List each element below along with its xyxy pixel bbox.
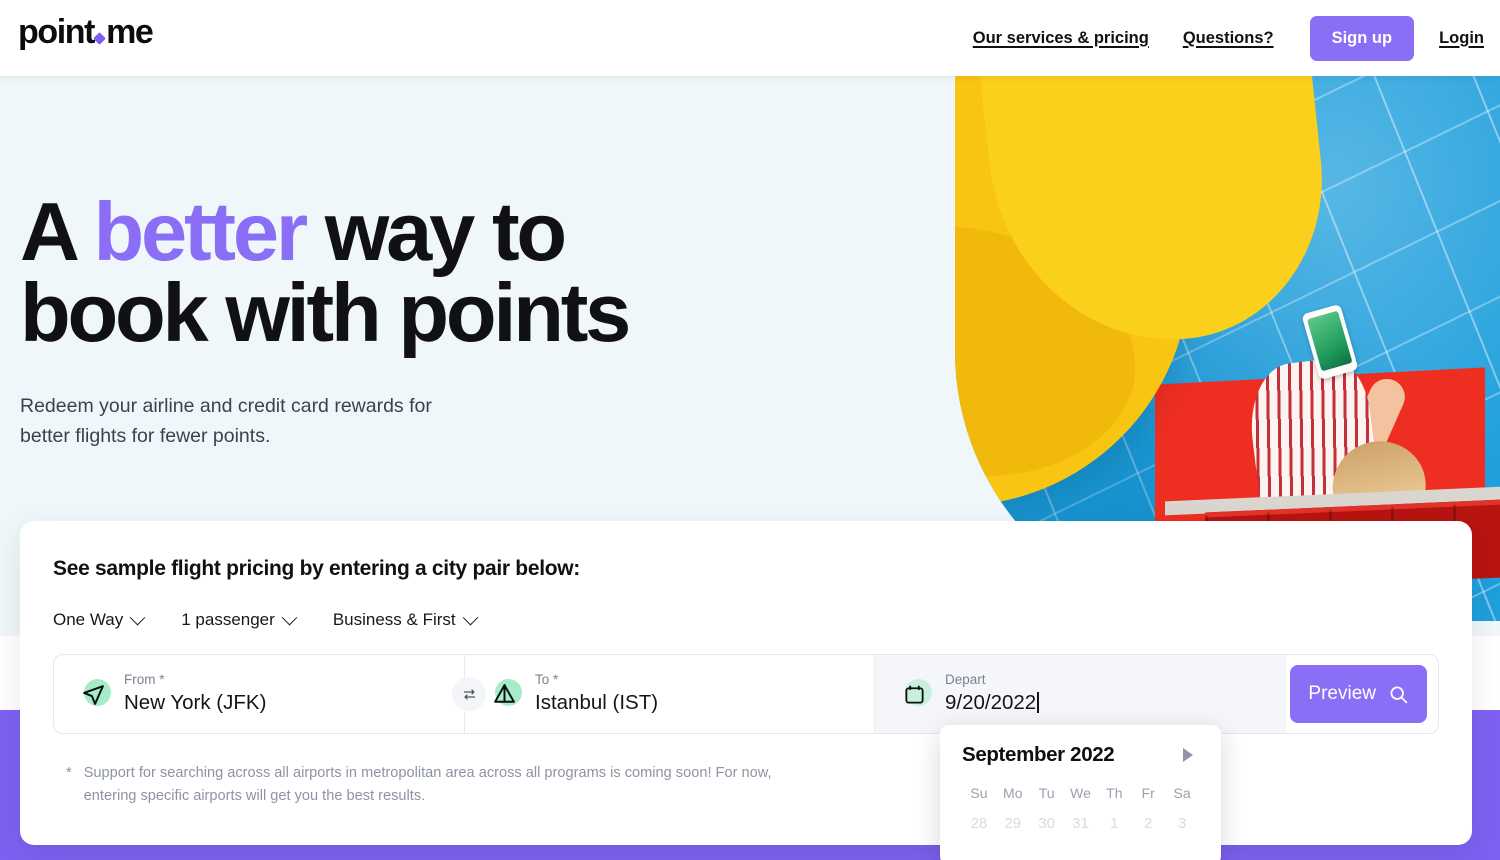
from-label: From * (124, 671, 165, 687)
headline-part2: way to (304, 185, 567, 278)
subhead-line1: Redeem your airline and credit card rewa… (20, 395, 432, 417)
depart-label: Depart (945, 671, 986, 687)
trip-type-label: One Way (53, 610, 124, 629)
depart-field[interactable]: Depart 9/20/2022 (874, 655, 1286, 733)
calendar-weekday: Mo (1003, 785, 1023, 801)
page-title: A better way to book with points (20, 190, 631, 354)
swap-arrows-icon (463, 689, 475, 699)
search-footnote: * Support for searching across all airpo… (53, 762, 773, 808)
flight-search-card: See sample flight pricing by entering a … (20, 521, 1472, 845)
preview-button-label: Preview (1308, 683, 1376, 704)
arrival-plane-icon (487, 677, 522, 711)
calendar-month-label: September 2022 (962, 743, 1115, 766)
hero-subheading: Redeem your airline and credit card rewa… (20, 391, 460, 452)
trip-type-select[interactable]: One Way (53, 609, 146, 630)
to-input[interactable]: Istanbul (IST) (535, 689, 658, 717)
logo-pointme[interactable]: point me (18, 13, 154, 52)
chevron-down-icon (281, 609, 298, 625)
logo-diamond-dot-icon (93, 32, 106, 45)
signup-button[interactable]: Sign up (1309, 15, 1415, 61)
calendar-weekday: Fr (1141, 785, 1155, 801)
to-field[interactable]: To * Istanbul (IST) (464, 655, 874, 733)
cabin-class-select[interactable]: Business & First (332, 609, 478, 630)
hero-copy: A better way to book with points Redeem y… (20, 190, 631, 452)
calendar-day-cell[interactable]: 31 (1064, 815, 1098, 832)
site-header: point me Our services & pricing Questions… (0, 0, 1500, 76)
calendar-weekday: Th (1106, 785, 1123, 801)
send-plane-icon (76, 677, 111, 711)
search-input-row: From * New York (JFK) To * Istanbul (IST… (53, 654, 1439, 734)
headline-accent-word: better (93, 185, 309, 278)
passenger-count-label: 1 passenger (181, 610, 275, 629)
depart-date-input[interactable]: 9/20/2022 (945, 689, 1039, 717)
caret-right-icon[interactable] (1183, 748, 1193, 762)
passenger-count-select[interactable]: 1 passenger (181, 609, 298, 630)
search-filters-row: One Way 1 passenger Business & First (53, 609, 1439, 630)
swap-airports-button[interactable] (452, 677, 486, 711)
calendar-day-cell[interactable]: 29 (996, 815, 1030, 832)
headline-part1: A (20, 185, 94, 278)
bottom-purple-strip (0, 844, 1500, 860)
preview-button-wrap: Preview (1286, 655, 1438, 733)
nav-our-services-pricing[interactable]: Our services & pricing (973, 23, 1149, 54)
calendar-weekday: Su (970, 785, 988, 801)
search-card-title: See sample flight pricing by entering a … (53, 557, 580, 580)
preview-button[interactable]: Preview (1290, 665, 1427, 723)
calendar-weekday: Sa (1173, 785, 1191, 801)
footnote-text: Support for searching across all airport… (83, 765, 772, 805)
calendar-day-cell[interactable]: 3 (1165, 815, 1199, 832)
login-link[interactable]: Login (1439, 23, 1484, 54)
logo-text-point: point (18, 13, 95, 51)
calendar-day-cell[interactable]: 28 (962, 815, 996, 832)
subhead-line2: better flights for fewer points. (20, 425, 271, 448)
calendar-icon (897, 677, 932, 711)
calendar-weekday: Tu (1038, 785, 1055, 801)
from-input[interactable]: New York (JFK) (124, 689, 266, 717)
from-field[interactable]: From * New York (JFK) (54, 655, 464, 733)
search-icon (1390, 686, 1408, 703)
chevron-down-icon (129, 609, 146, 625)
calendar-day-cell[interactable]: 2 (1131, 815, 1165, 832)
footnote-marker: * (66, 765, 72, 781)
calendar-weekday: We (1070, 785, 1091, 801)
logo-text-me: me (106, 13, 154, 51)
nav-questions[interactable]: Questions? (1183, 23, 1274, 54)
calendar-day-cell[interactable]: 1 (1097, 815, 1131, 832)
to-label: To * (535, 671, 559, 687)
primary-navigation: Our services & pricing Questions? Sign u… (973, 0, 1484, 76)
chevron-down-icon (462, 609, 478, 625)
page-root: A better way to book with points Redeem y… (0, 0, 1500, 860)
cabin-class-label: Business & First (332, 610, 456, 629)
headline-line2: book with points (20, 265, 631, 359)
depart-date-calendar-popup: September 2022 Su Mo Tu We Th Fr Sa 28 2… (940, 725, 1221, 860)
calendar-header: September 2022 (962, 743, 1199, 767)
calendar-grid: Su Mo Tu We Th Fr Sa 28 29 30 31 1 2 3 (962, 785, 1199, 832)
calendar-day-cell[interactable]: 30 (1030, 815, 1064, 832)
